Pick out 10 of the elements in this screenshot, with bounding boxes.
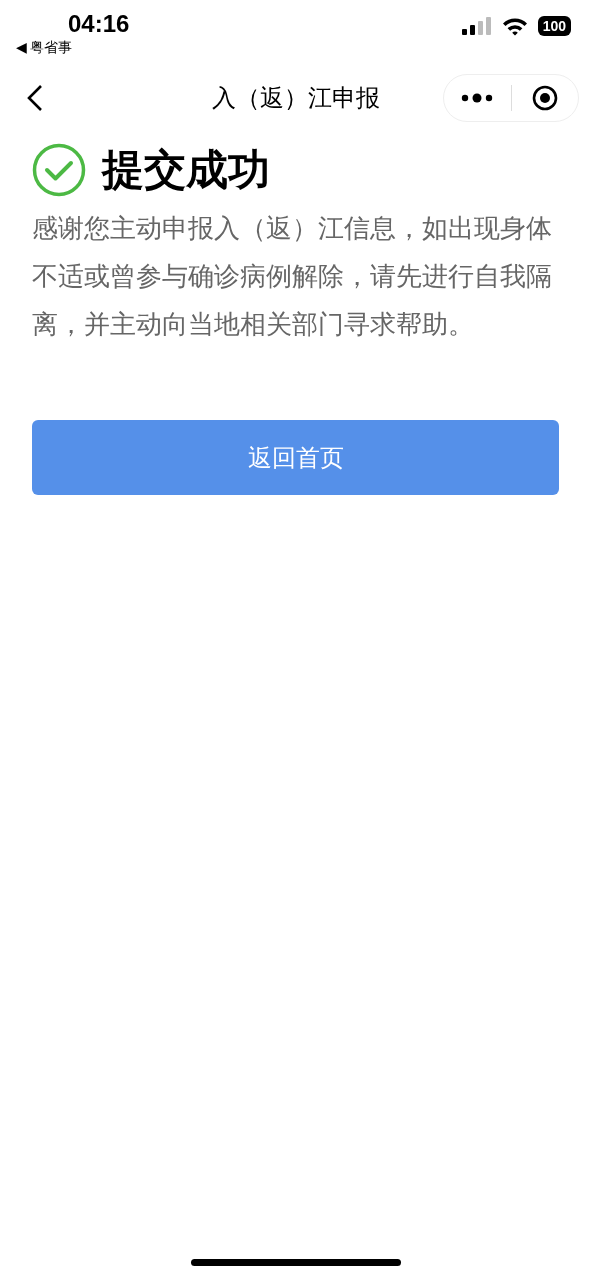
back-app-label[interactable]: 粤省事 — [29, 38, 72, 56]
check-circle-icon — [32, 143, 86, 197]
back-arrow[interactable]: ◀ — [16, 38, 27, 56]
result-title: 提交成功 — [102, 145, 270, 195]
signal-icon — [461, 17, 492, 35]
battery-indicator: 100 — [537, 16, 571, 36]
status-time: 04:16 — [68, 10, 130, 38]
wifi-icon — [501, 16, 528, 36]
page-title: 入（返）江申报 — [211, 84, 380, 111]
result-message: 感谢您主动申报入（返）江信息，如出现身体不适或曾参与确诊病例解除，请先进行自我隔离，并主动向当地相关部门寻求帮助。 — [32, 213, 553, 340]
